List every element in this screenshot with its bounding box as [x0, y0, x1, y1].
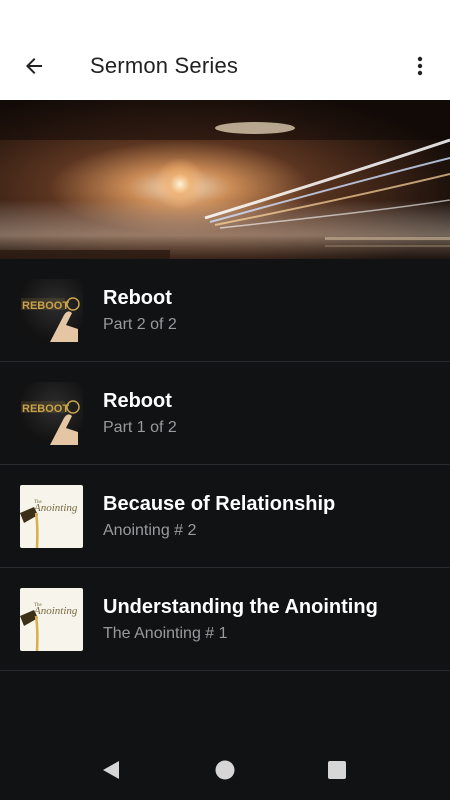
sermon-item-because-of-relationship[interactable]: The Anointing Because of Relationship An…: [0, 465, 450, 568]
triangle-back-icon: [103, 761, 119, 779]
sermon-thumbnail: REBOOT: [20, 382, 83, 445]
sermon-thumbnail: The Anointing: [20, 588, 83, 651]
reboot-logo-text: REBOOT: [22, 300, 69, 312]
anointing-oil-icon: The Anointing: [20, 500, 78, 548]
nav-recents-button[interactable]: [321, 754, 353, 786]
app-bar: Sermon Series: [0, 0, 450, 100]
sermon-subtitle: Anointing # 2: [103, 522, 197, 539]
sermon-subtitle: Part 1 of 2: [103, 419, 177, 436]
sermon-list: REBOOT Reboot Part 2 of 2 REBOOT Reboot …: [0, 259, 450, 671]
overflow-menu-button[interactable]: [398, 44, 442, 88]
circle-home-icon: [215, 760, 235, 780]
screen: Sermon Series REBOOT Reboot Part 2 of 2 …: [0, 0, 450, 800]
page-title: Sermon Series: [90, 53, 239, 78]
back-button[interactable]: [12, 44, 56, 88]
arrow-left-icon: [26, 58, 42, 74]
sermon-thumbnail: The Anointing: [20, 485, 83, 548]
sermon-title: Because of Relationship: [103, 493, 336, 515]
sermon-title: Understanding the Anointing: [103, 596, 378, 618]
anointing-logo-text: Anointing: [33, 502, 78, 514]
more-vert-icon: [417, 56, 423, 76]
anointing-logo-text: Anointing: [33, 605, 78, 617]
nav-home-button[interactable]: [209, 754, 241, 786]
reboot-power-icon: REBOOT: [21, 297, 80, 342]
reboot-logo-text: REBOOT: [22, 403, 69, 415]
sermon-subtitle: Part 2 of 2: [103, 316, 177, 333]
sermon-subtitle: The Anointing # 1: [103, 625, 228, 642]
sermon-thumbnail: REBOOT: [20, 279, 83, 342]
square-recents-icon: [328, 761, 346, 779]
nav-back-button[interactable]: [95, 754, 127, 786]
series-banner-image: [0, 100, 450, 259]
anointing-oil-icon: The Anointing: [20, 603, 78, 651]
sermon-item-reboot-part-2[interactable]: REBOOT Reboot Part 2 of 2: [0, 259, 450, 362]
sermon-item-understanding-the-anointing[interactable]: The Anointing Understanding the Anointin…: [0, 568, 450, 671]
reboot-power-icon: REBOOT: [21, 400, 80, 445]
sermon-title: Reboot: [103, 390, 172, 412]
sermon-item-reboot-part-1[interactable]: REBOOT Reboot Part 1 of 2: [0, 362, 450, 465]
highway-light-trails-graphic: [0, 100, 450, 259]
sermon-title: Reboot: [103, 287, 172, 309]
system-navigation-bar: [0, 740, 450, 800]
